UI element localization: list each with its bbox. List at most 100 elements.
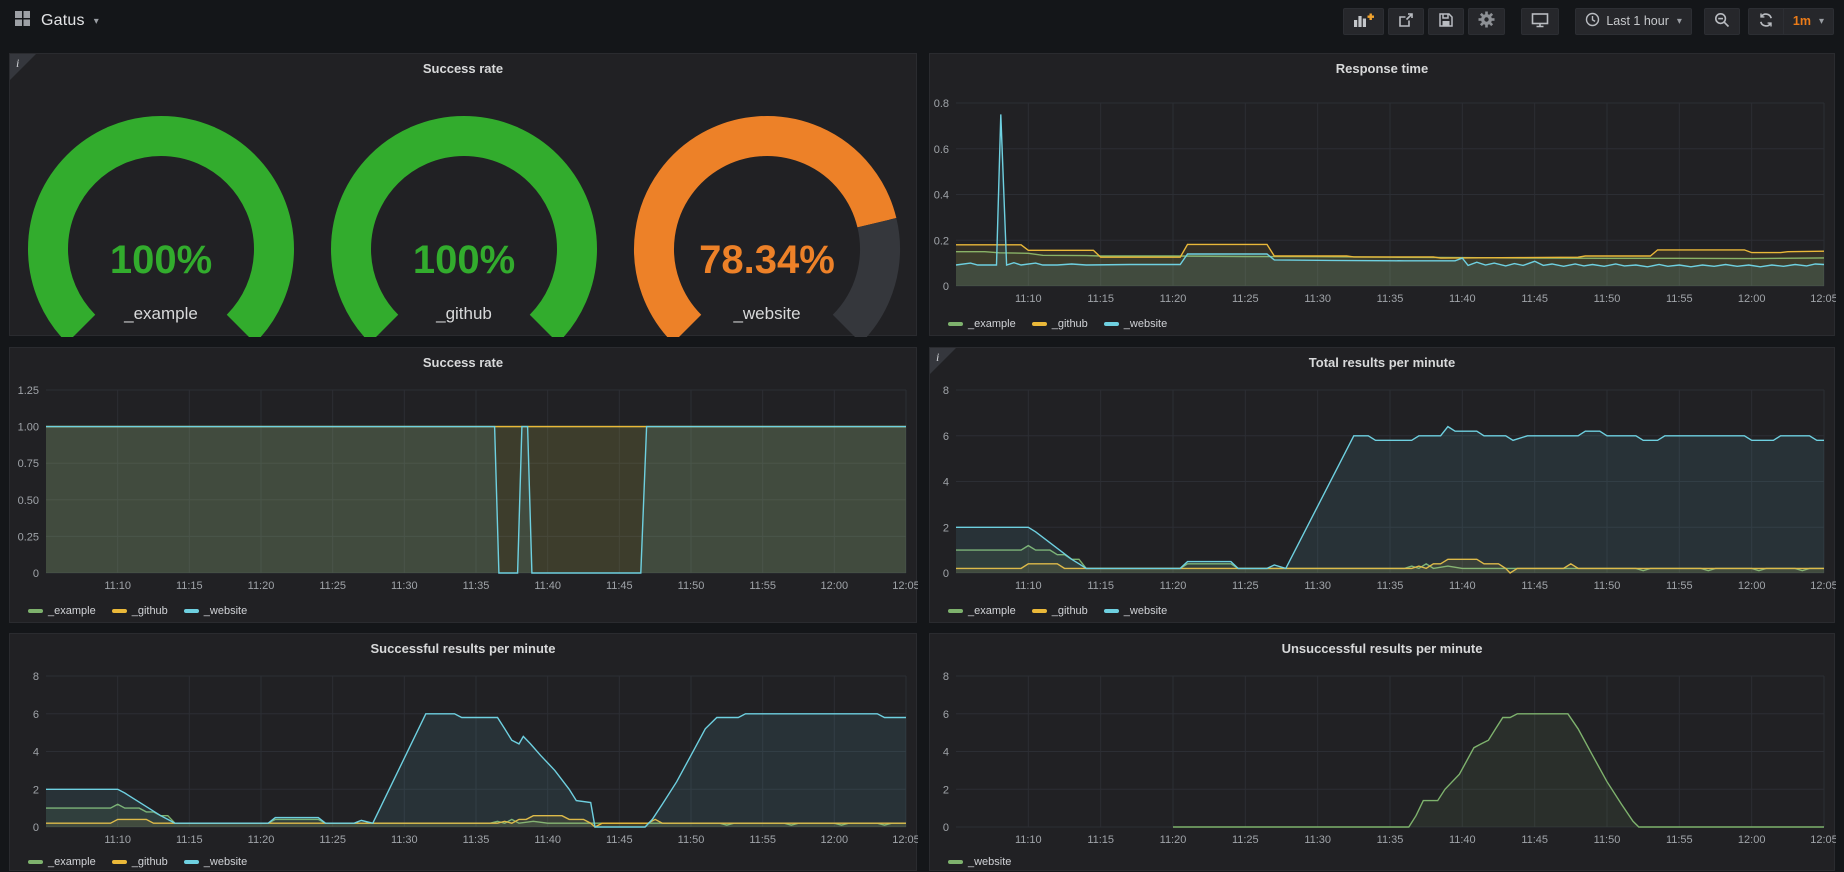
svg-text:11:15: 11:15 xyxy=(1087,834,1114,846)
svg-text:100%: 100% xyxy=(110,238,212,282)
legend-item[interactable]: _website xyxy=(184,605,247,617)
dashboard-title: Gatus xyxy=(41,12,85,30)
svg-text:11:50: 11:50 xyxy=(678,834,705,846)
svg-text:_website: _website xyxy=(732,304,800,323)
svg-text:12:00: 12:00 xyxy=(821,580,849,592)
time-range-label: Last 1 hour xyxy=(1606,14,1669,28)
svg-text:11:45: 11:45 xyxy=(1521,834,1548,846)
svg-text:2: 2 xyxy=(943,784,949,796)
svg-text:11:30: 11:30 xyxy=(1304,580,1331,592)
svg-text:1.00: 1.00 xyxy=(18,422,39,434)
info-icon: i xyxy=(936,350,939,365)
legend-series-label: _website xyxy=(204,605,247,617)
svg-text:11:20: 11:20 xyxy=(248,580,275,592)
refresh-interval-label: 1m xyxy=(1793,14,1811,28)
svg-text:11:25: 11:25 xyxy=(1232,580,1259,592)
panel-title[interactable]: Success rate xyxy=(10,355,916,370)
svg-text:0.4: 0.4 xyxy=(934,190,949,202)
legend-item[interactable]: _example xyxy=(948,605,1016,617)
legend-item[interactable]: _website xyxy=(948,856,1011,868)
svg-text:2: 2 xyxy=(33,784,39,796)
save-button[interactable] xyxy=(1428,8,1464,35)
chevron-down-icon: ▾ xyxy=(1819,16,1824,27)
svg-text:11:35: 11:35 xyxy=(1377,834,1404,846)
legend-item[interactable]: _github xyxy=(1032,318,1088,330)
svg-text:0: 0 xyxy=(943,568,949,580)
apps-grid-icon[interactable] xyxy=(14,10,31,32)
panel-title[interactable]: Success rate xyxy=(10,61,916,76)
legend-item[interactable]: _github xyxy=(112,856,168,868)
cycle-view-button[interactable] xyxy=(1521,8,1559,35)
svg-text:0.75: 0.75 xyxy=(18,458,39,470)
dashboard-title-menu[interactable]: Gatus ▾ xyxy=(41,12,99,30)
legend-series-label: _website xyxy=(1124,605,1167,617)
svg-text:6: 6 xyxy=(33,709,39,721)
monitor-icon xyxy=(1531,12,1549,31)
svg-text:8: 8 xyxy=(33,671,39,683)
panel-title[interactable]: Response time xyxy=(930,61,1834,76)
panel-title[interactable]: Successful results per minute xyxy=(10,641,916,656)
time-range-picker[interactable]: Last 1 hour ▾ xyxy=(1575,8,1692,35)
svg-text:0.8: 0.8 xyxy=(934,98,949,110)
total-results-chart[interactable]: 11:1011:1511:2011:2511:3011:3511:4011:45… xyxy=(930,348,1836,624)
legend-item[interactable]: _github xyxy=(112,605,168,617)
legend-item[interactable]: _example xyxy=(948,318,1016,330)
legend-item[interactable]: _website xyxy=(184,856,247,868)
svg-text:12:05: 12:05 xyxy=(892,580,918,592)
svg-text:11:50: 11:50 xyxy=(1594,834,1621,846)
svg-text:11:40: 11:40 xyxy=(1449,293,1476,305)
svg-text:11:55: 11:55 xyxy=(1666,834,1693,846)
legend: _example _github _website xyxy=(948,605,1167,617)
share-icon xyxy=(1398,12,1414,31)
svg-text:11:40: 11:40 xyxy=(534,580,561,592)
panel-info-corner[interactable] xyxy=(930,348,956,374)
share-button[interactable] xyxy=(1388,8,1424,35)
response-time-chart[interactable]: 11:1011:1511:2011:2511:3011:3511:4011:45… xyxy=(930,54,1836,337)
svg-text:12:05: 12:05 xyxy=(1810,293,1836,305)
svg-text:11:55: 11:55 xyxy=(749,834,776,846)
svg-text:11:25: 11:25 xyxy=(1232,834,1259,846)
unsuccessful-results-chart[interactable]: 11:1011:1511:2011:2511:3011:3511:4011:45… xyxy=(930,634,1836,872)
panel-title[interactable]: Total results per minute xyxy=(930,355,1834,370)
svg-text:11:10: 11:10 xyxy=(104,580,131,592)
legend-series-color xyxy=(1104,609,1119,613)
legend-series-label: _website xyxy=(1124,318,1167,330)
legend-item[interactable]: _example xyxy=(28,856,96,868)
legend: _website xyxy=(948,856,1011,868)
legend-series-label: _website xyxy=(968,856,1011,868)
panel-info-corner[interactable] xyxy=(10,54,36,80)
panel-title[interactable]: Unsuccessful results per minute xyxy=(930,641,1834,656)
svg-text:6: 6 xyxy=(943,709,949,721)
legend-item[interactable]: _github xyxy=(1032,605,1088,617)
top-navbar: Gatus ▾ xyxy=(0,0,1844,42)
legend-series-label: _website xyxy=(204,856,247,868)
refresh-interval-picker[interactable]: 1m ▾ xyxy=(1783,8,1834,35)
svg-text:12:05: 12:05 xyxy=(892,834,918,846)
svg-text:11:50: 11:50 xyxy=(1594,293,1621,305)
legend-series-label: _example xyxy=(48,856,96,868)
save-icon xyxy=(1438,12,1454,31)
svg-text:11:15: 11:15 xyxy=(1087,580,1114,592)
zoom-out-button[interactable] xyxy=(1704,8,1740,35)
settings-button[interactable] xyxy=(1468,8,1505,35)
svg-text:0.50: 0.50 xyxy=(18,495,39,507)
success-rate-chart[interactable]: 11:1011:1511:2011:2511:3011:3511:4011:45… xyxy=(10,348,918,624)
svg-text:4: 4 xyxy=(33,747,39,759)
success-rate-gauges-chart[interactable]: 100%_example100%_github78.34%_website xyxy=(10,54,918,337)
legend-series-label: _example xyxy=(968,605,1016,617)
svg-text:8: 8 xyxy=(943,671,949,683)
svg-text:_github: _github xyxy=(435,304,492,323)
svg-text:0: 0 xyxy=(943,822,949,834)
legend-series-label: _github xyxy=(1052,318,1088,330)
chevron-down-icon: ▾ xyxy=(94,16,99,27)
legend-item[interactable]: _website xyxy=(1104,318,1167,330)
legend-item[interactable]: _example xyxy=(28,605,96,617)
svg-text:11:30: 11:30 xyxy=(391,834,418,846)
legend-series-color xyxy=(112,609,127,613)
add-panel-button[interactable] xyxy=(1343,8,1384,35)
svg-text:11:10: 11:10 xyxy=(1015,834,1042,846)
legend-item[interactable]: _website xyxy=(1104,605,1167,617)
refresh-button[interactable] xyxy=(1748,8,1783,35)
svg-text:_example: _example xyxy=(123,304,198,323)
successful-results-chart[interactable]: 11:1011:1511:2011:2511:3011:3511:4011:45… xyxy=(10,634,918,872)
